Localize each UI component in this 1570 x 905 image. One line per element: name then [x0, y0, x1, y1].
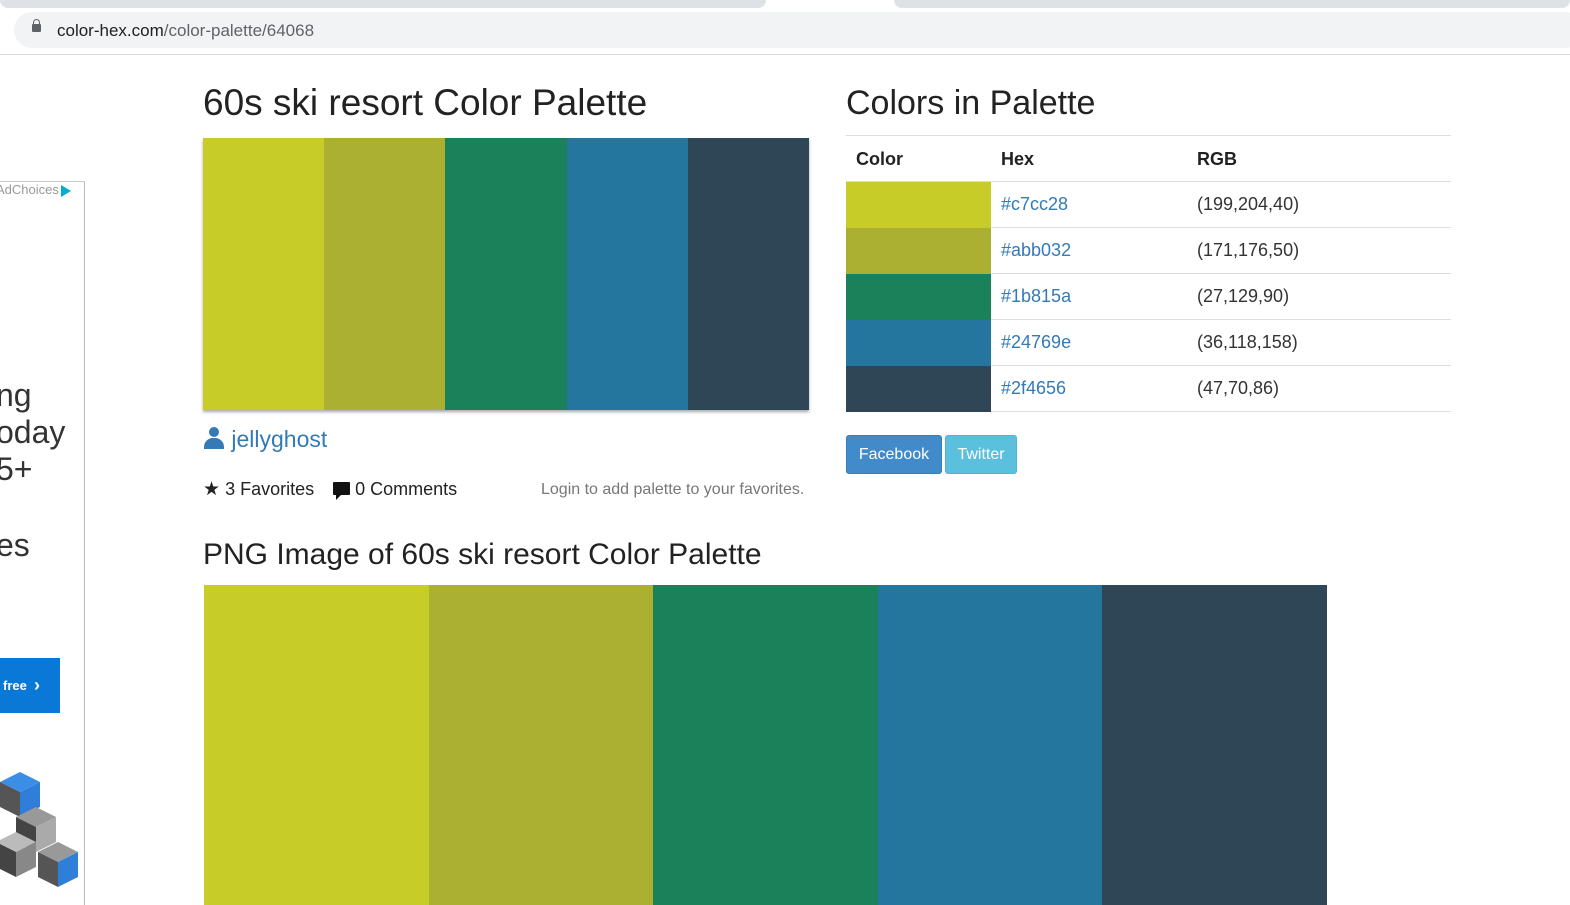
png-swatch	[877, 585, 1103, 905]
author-name[interactable]: jellyghost	[231, 426, 327, 452]
ad-cta-button[interactable]: free ›	[0, 658, 60, 713]
lock-icon[interactable]	[32, 19, 41, 32]
hex-link[interactable]: #abb032	[1001, 240, 1071, 261]
user-icon	[203, 427, 225, 449]
column-header-rgb: RGB	[1197, 149, 1237, 169]
table-row: #abb032 (171,176,50)	[846, 228, 1451, 274]
chevron-right-icon: ›	[34, 675, 40, 695]
ad-headline: ng oday 5+	[0, 377, 66, 487]
color-swatch[interactable]	[846, 228, 991, 274]
browser-tab[interactable]	[894, 0, 1570, 8]
adchoices-link[interactable]: AdChoices	[0, 182, 71, 197]
color-swatch[interactable]	[846, 320, 991, 366]
rgb-value: (171,176,50)	[1197, 240, 1300, 260]
chrome-divider	[0, 54, 1570, 55]
address-bar[interactable]: color-hex.com/color-palette/64068	[14, 12, 1570, 48]
hex-link[interactable]: #1b815a	[1001, 286, 1071, 307]
table-row: #24769e (36,118,158)	[846, 320, 1451, 366]
browser-tab[interactable]	[0, 0, 766, 8]
table-row: #c7cc28 (199,204,40)	[846, 182, 1451, 228]
adchoices-icon	[60, 184, 71, 197]
ad-subtext: es	[0, 527, 30, 563]
table-row: #1b815a (27,129,90)	[846, 274, 1451, 320]
palette-swatch[interactable]	[203, 138, 325, 410]
table-row: #2f4656 (47,70,86)	[846, 366, 1451, 412]
column-header-hex: Hex	[1001, 149, 1035, 169]
facebook-share-button[interactable]: Facebook	[846, 435, 942, 474]
palette-swatch[interactable]	[687, 138, 810, 410]
rgb-value: (36,118,158)	[1197, 332, 1298, 352]
rgb-value: (47,70,86)	[1197, 378, 1280, 398]
palette-swatch[interactable]	[566, 138, 688, 410]
palette-png-image[interactable]	[204, 585, 1327, 905]
png-swatch	[428, 585, 654, 905]
hex-link[interactable]: #2f4656	[1001, 378, 1066, 399]
png-swatch	[1102, 585, 1327, 905]
cubes-illustration	[0, 772, 78, 887]
colors-table: Color Hex RGB #c7cc28 (199,204,40) #abb0…	[846, 135, 1451, 412]
column-header-color: Color	[856, 149, 903, 169]
color-swatch[interactable]	[846, 274, 991, 320]
tab-strip	[0, 0, 1570, 10]
ad-banner[interactable]: AdChoices ng oday 5+ es free›	[0, 181, 85, 905]
comments-count[interactable]: 0 Comments	[355, 479, 457, 499]
hex-link[interactable]: #c7cc28	[1001, 194, 1068, 215]
twitter-share-button[interactable]: Twitter	[945, 435, 1017, 474]
png-section-title: PNG Image of 60s ski resort Color Palett…	[203, 538, 762, 571]
author-link[interactable]: jellyghost	[203, 426, 327, 453]
rgb-value: (27,129,90)	[1197, 286, 1290, 306]
hex-link[interactable]: #24769e	[1001, 332, 1071, 353]
favorites-count: 3 Favorites	[225, 479, 315, 499]
color-swatch[interactable]	[846, 366, 991, 412]
table-header: Color Hex RGB	[846, 136, 1451, 182]
png-swatch	[204, 585, 429, 905]
png-swatch	[653, 585, 878, 905]
comment-icon	[333, 482, 351, 500]
star-icon: ★	[203, 479, 221, 500]
rgb-value: (199,204,40)	[1197, 194, 1300, 214]
palette-swatch[interactable]	[324, 138, 446, 410]
page-title: 60s ski resort Color Palette	[203, 82, 648, 123]
url-text[interactable]: color-hex.com/color-palette/64068	[57, 21, 314, 41]
login-note: Login to add palette to your favorites.	[541, 481, 805, 498]
palette-stats: ★ 3 Favorites 0 Comments	[203, 478, 457, 501]
colors-section-title: Colors in Palette	[846, 84, 1096, 122]
palette-preview	[203, 138, 810, 410]
palette-swatch[interactable]	[445, 138, 567, 410]
color-swatch[interactable]	[846, 182, 991, 228]
